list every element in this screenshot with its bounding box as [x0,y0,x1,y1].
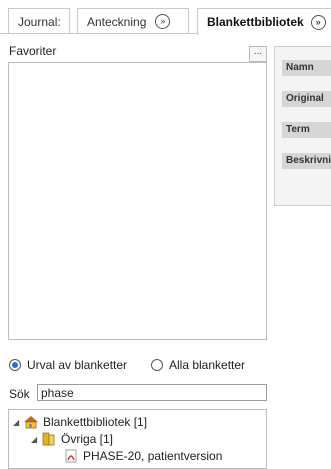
tab-blankettbibliotek-label: Blankettbibliotek [207,15,304,29]
tree-node-ovriga[interactable]: ◢ Övriga [1] [31,432,113,446]
search-label: Sök [9,387,30,401]
tab-journal-label: Journal: [18,14,61,29]
search-input[interactable] [37,384,267,401]
properties-panel: Namn Original Term Beskrivning [274,46,331,206]
radio-alla-control[interactable] [151,359,163,371]
favorites-list[interactable] [8,62,267,340]
tree-node-library[interactable]: ◢ Blankettbibliotek [1] [13,415,147,429]
expand-icon[interactable]: » [155,14,171,29]
folder-icon [42,432,55,446]
collapse-triangle-icon[interactable]: ◢ [31,435,41,444]
tab-blankettbibliotek[interactable]: Blankettbibliotek » [197,8,331,35]
tab-anteckning-label: Anteckning [87,14,147,29]
collapse-triangle-icon[interactable]: ◢ [13,418,23,427]
tab-anteckning[interactable]: Anteckning » [77,8,189,34]
tab-bar: Journal: Anteckning » Blankettbibliotek … [0,0,331,35]
property-original: Original [282,91,331,107]
property-namn: Namn [282,60,331,76]
radio-urval-control[interactable] [9,359,21,371]
tree-node-label: Blankettbibliotek [1] [43,415,148,429]
favorites-label: Favoriter [9,44,57,58]
expand-icon[interactable]: » [310,14,326,30]
property-beskrivning: Beskrivning [282,153,331,169]
library-icon [24,416,38,429]
radio-selected-dot [12,362,18,368]
tree-node-label: Övriga [1] [61,432,114,446]
favorites-more-button[interactable]: ... [249,46,267,62]
form-tree: ◢ Blankettbibliotek [1] ◢ Övriga [1] PHA… [8,409,267,469]
radio-urval[interactable]: Urval av blanketter [9,358,127,372]
radio-urval-label: Urval av blanketter [27,358,128,372]
tab-journal[interactable]: Journal: [8,8,70,34]
radio-alla[interactable]: Alla blanketter [151,358,245,372]
property-term: Term [282,122,331,138]
radio-alla-label: Alla blanketter [169,358,246,372]
